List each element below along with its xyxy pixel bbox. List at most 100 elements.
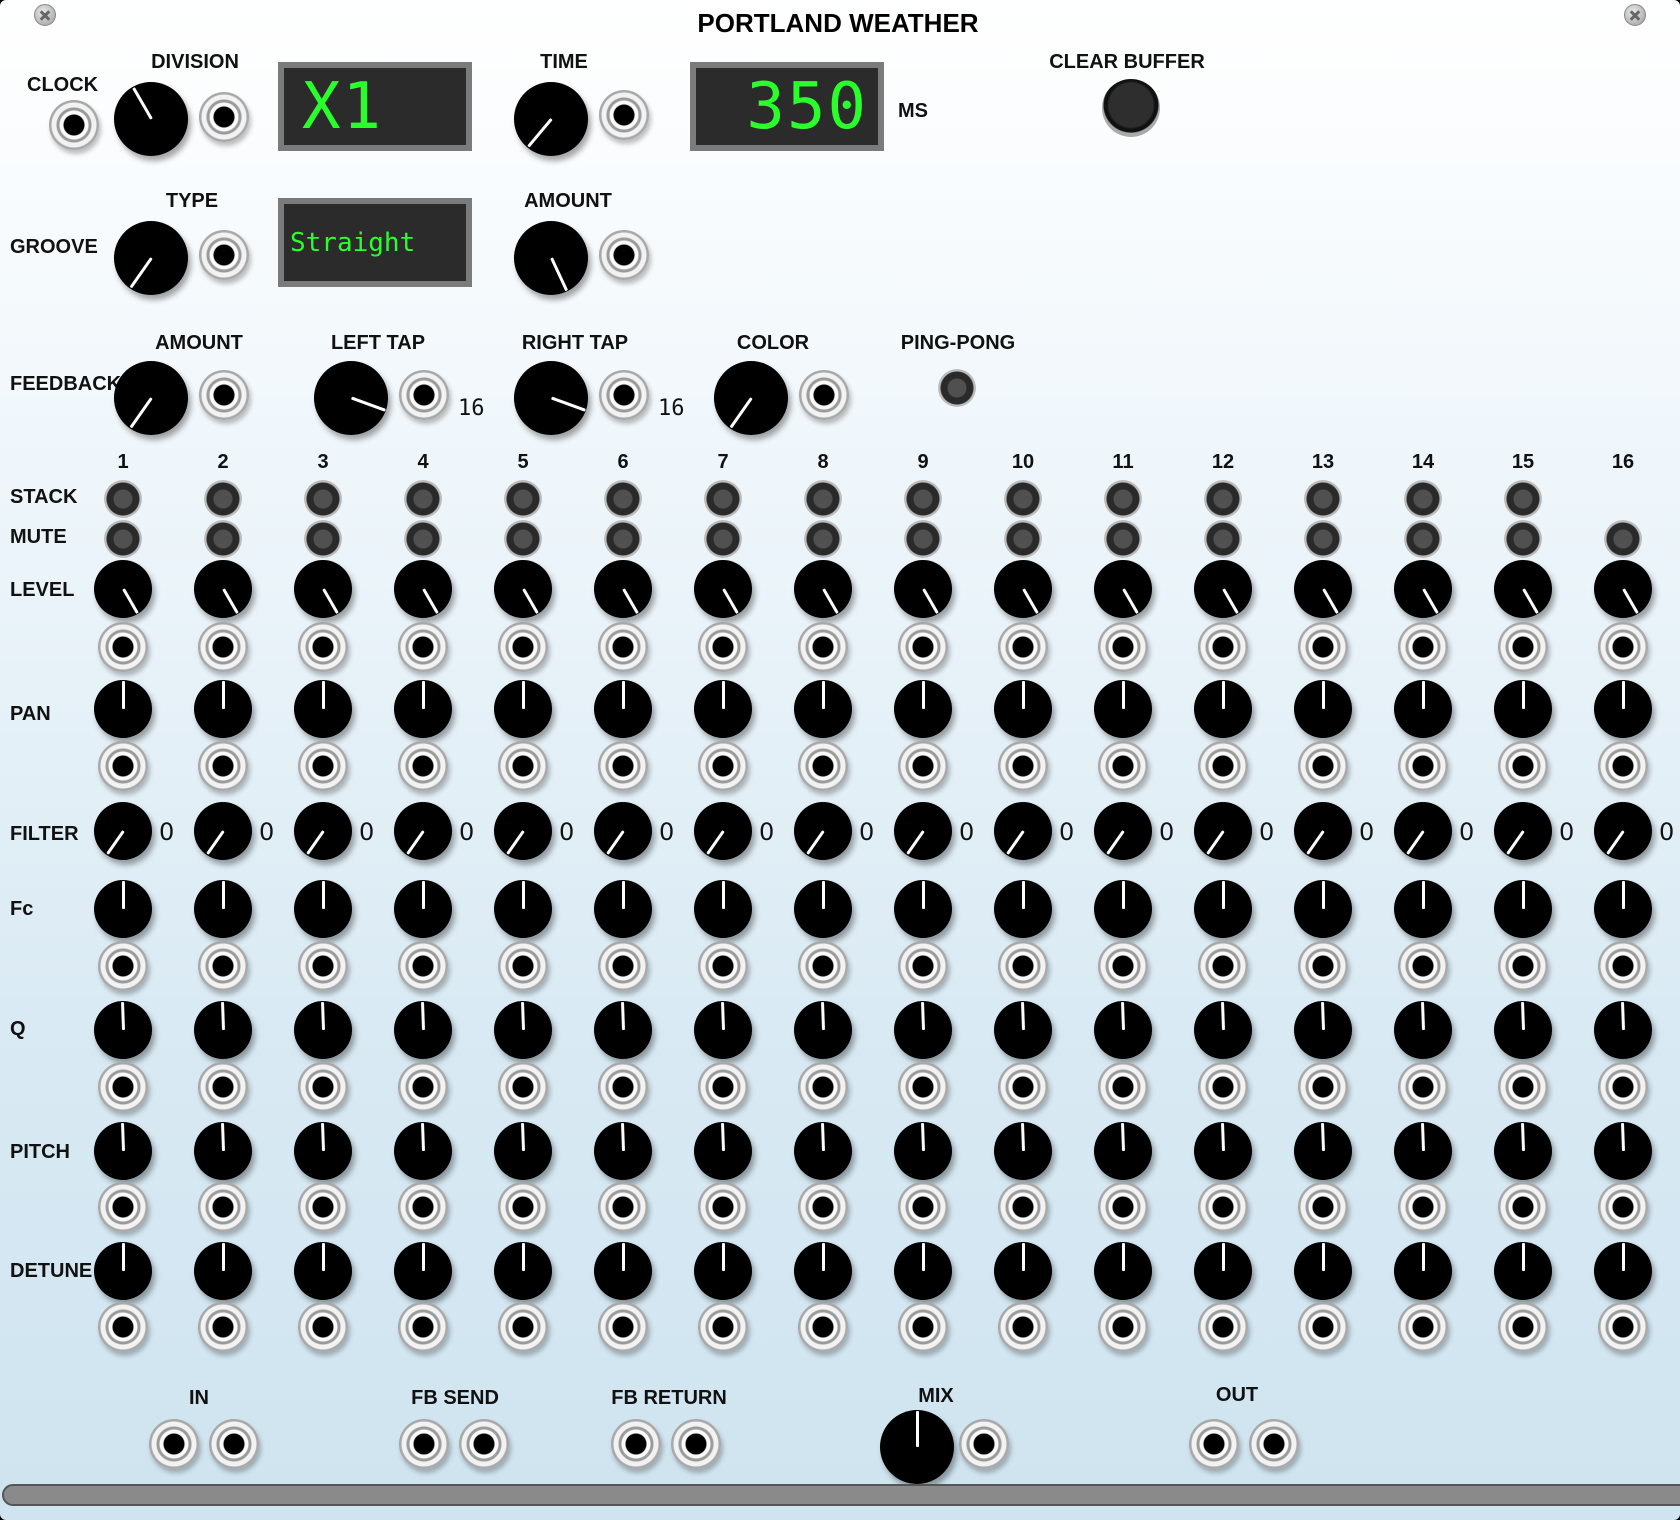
out-left-jack[interactable] xyxy=(1189,1419,1239,1469)
fc-knob-14[interactable] xyxy=(1394,880,1452,938)
level-knob-4[interactable] xyxy=(394,560,452,618)
pan-knob-13[interactable] xyxy=(1294,680,1352,738)
q-knob-1[interactable] xyxy=(94,1001,152,1059)
level-knob-13[interactable] xyxy=(1294,560,1352,618)
pitch-cv-jack-12[interactable] xyxy=(1198,1182,1248,1232)
pitch-cv-jack-7[interactable] xyxy=(698,1182,748,1232)
fb-send-right-jack[interactable] xyxy=(459,1419,509,1469)
q-knob-6[interactable] xyxy=(594,1001,652,1059)
q-cv-jack-1[interactable] xyxy=(98,1062,148,1112)
pan-knob-10[interactable] xyxy=(994,680,1052,738)
pan-cv-jack-16[interactable] xyxy=(1598,741,1648,791)
level-cv-jack-2[interactable] xyxy=(198,622,248,672)
in-left-jack[interactable] xyxy=(149,1419,199,1469)
detune-knob-3[interactable] xyxy=(294,1242,352,1300)
stack-button-10[interactable] xyxy=(1004,480,1042,518)
mix-cv-jack[interactable] xyxy=(959,1419,1009,1469)
pitch-knob-5[interactable] xyxy=(494,1122,552,1180)
pitch-cv-jack-6[interactable] xyxy=(598,1182,648,1232)
fc-knob-13[interactable] xyxy=(1294,880,1352,938)
level-knob-15[interactable] xyxy=(1494,560,1552,618)
detune-cv-jack-4[interactable] xyxy=(398,1302,448,1352)
fc-cv-jack-4[interactable] xyxy=(398,941,448,991)
pitch-cv-jack-14[interactable] xyxy=(1398,1182,1448,1232)
fc-knob-5[interactable] xyxy=(494,880,552,938)
level-knob-11[interactable] xyxy=(1094,560,1152,618)
level-cv-jack-1[interactable] xyxy=(98,622,148,672)
stack-button-5[interactable] xyxy=(504,480,542,518)
filter-knob-7[interactable] xyxy=(694,802,752,860)
pitch-knob-1[interactable] xyxy=(94,1122,152,1180)
filter-knob-1[interactable] xyxy=(94,802,152,860)
pitch-cv-jack-4[interactable] xyxy=(398,1182,448,1232)
pitch-cv-jack-1[interactable] xyxy=(98,1182,148,1232)
detune-cv-jack-6[interactable] xyxy=(598,1302,648,1352)
pan-knob-12[interactable] xyxy=(1194,680,1252,738)
pitch-knob-15[interactable] xyxy=(1494,1122,1552,1180)
stack-button-1[interactable] xyxy=(104,480,142,518)
filter-knob-2[interactable] xyxy=(194,802,252,860)
mute-button-16[interactable] xyxy=(1604,520,1642,558)
groove-amount-knob[interactable] xyxy=(514,221,588,295)
level-knob-9[interactable] xyxy=(894,560,952,618)
mute-button-1[interactable] xyxy=(104,520,142,558)
filter-knob-16[interactable] xyxy=(1594,802,1652,860)
pan-cv-jack-12[interactable] xyxy=(1198,741,1248,791)
filter-knob-12[interactable] xyxy=(1194,802,1252,860)
pitch-cv-jack-13[interactable] xyxy=(1298,1182,1348,1232)
time-cv-jack[interactable] xyxy=(599,90,649,140)
fc-cv-jack-11[interactable] xyxy=(1098,941,1148,991)
fc-cv-jack-3[interactable] xyxy=(298,941,348,991)
q-knob-4[interactable] xyxy=(394,1001,452,1059)
level-knob-14[interactable] xyxy=(1394,560,1452,618)
level-cv-jack-14[interactable] xyxy=(1398,622,1448,672)
pitch-knob-9[interactable] xyxy=(894,1122,952,1180)
groove-type-cv-jack[interactable] xyxy=(199,230,249,280)
q-cv-jack-10[interactable] xyxy=(998,1062,1048,1112)
pan-cv-jack-4[interactable] xyxy=(398,741,448,791)
level-knob-3[interactable] xyxy=(294,560,352,618)
pan-cv-jack-6[interactable] xyxy=(598,741,648,791)
fc-cv-jack-7[interactable] xyxy=(698,941,748,991)
detune-knob-9[interactable] xyxy=(894,1242,952,1300)
pan-cv-jack-11[interactable] xyxy=(1098,741,1148,791)
mute-button-13[interactable] xyxy=(1304,520,1342,558)
fc-cv-jack-10[interactable] xyxy=(998,941,1048,991)
pitch-knob-14[interactable] xyxy=(1394,1122,1452,1180)
filter-knob-14[interactable] xyxy=(1394,802,1452,860)
stack-button-12[interactable] xyxy=(1204,480,1242,518)
q-cv-jack-4[interactable] xyxy=(398,1062,448,1112)
q-cv-jack-12[interactable] xyxy=(1198,1062,1248,1112)
level-cv-jack-5[interactable] xyxy=(498,622,548,672)
q-knob-10[interactable] xyxy=(994,1001,1052,1059)
mute-button-4[interactable] xyxy=(404,520,442,558)
pitch-cv-jack-8[interactable] xyxy=(798,1182,848,1232)
right-tap-cv-jack[interactable] xyxy=(599,370,649,420)
q-cv-jack-11[interactable] xyxy=(1098,1062,1148,1112)
filter-knob-4[interactable] xyxy=(394,802,452,860)
detune-cv-jack-5[interactable] xyxy=(498,1302,548,1352)
q-cv-jack-7[interactable] xyxy=(698,1062,748,1112)
detune-knob-13[interactable] xyxy=(1294,1242,1352,1300)
fc-cv-jack-2[interactable] xyxy=(198,941,248,991)
pitch-knob-4[interactable] xyxy=(394,1122,452,1180)
pan-knob-5[interactable] xyxy=(494,680,552,738)
mute-button-14[interactable] xyxy=(1404,520,1442,558)
q-knob-8[interactable] xyxy=(794,1001,852,1059)
mute-button-10[interactable] xyxy=(1004,520,1042,558)
level-cv-jack-3[interactable] xyxy=(298,622,348,672)
stack-button-2[interactable] xyxy=(204,480,242,518)
pitch-knob-12[interactable] xyxy=(1194,1122,1252,1180)
pan-knob-6[interactable] xyxy=(594,680,652,738)
left-tap-cv-jack[interactable] xyxy=(399,370,449,420)
level-cv-jack-13[interactable] xyxy=(1298,622,1348,672)
level-cv-jack-4[interactable] xyxy=(398,622,448,672)
level-knob-8[interactable] xyxy=(794,560,852,618)
right-tap-knob[interactable] xyxy=(514,361,588,435)
q-knob-12[interactable] xyxy=(1194,1001,1252,1059)
filter-knob-13[interactable] xyxy=(1294,802,1352,860)
fc-knob-3[interactable] xyxy=(294,880,352,938)
q-cv-jack-14[interactable] xyxy=(1398,1062,1448,1112)
fc-knob-8[interactable] xyxy=(794,880,852,938)
pan-knob-1[interactable] xyxy=(94,680,152,738)
